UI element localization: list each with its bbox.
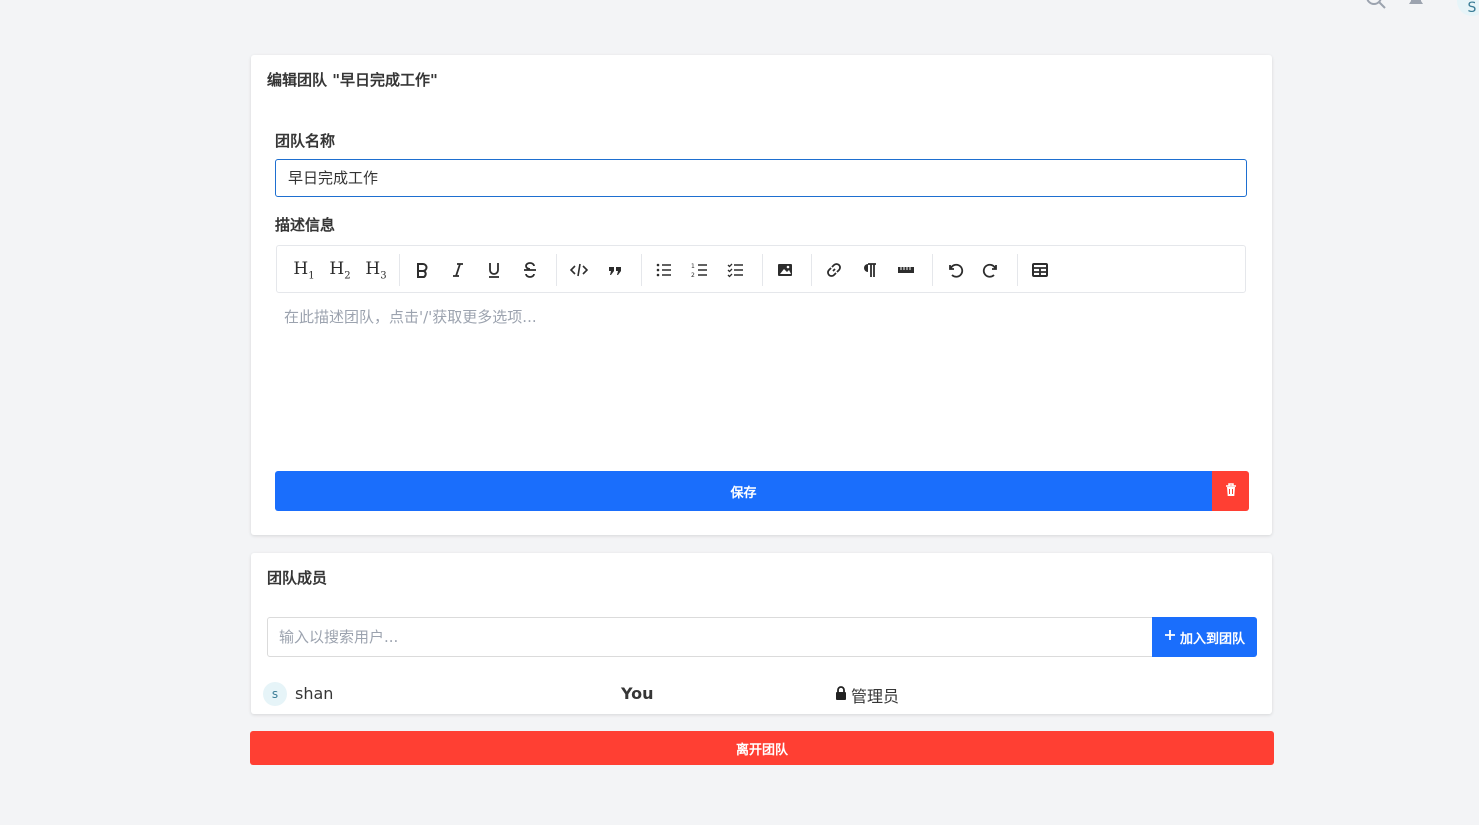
add-to-team-label: 加入到团队 — [1179, 631, 1245, 647]
paragraph-icon[interactable] — [856, 256, 884, 284]
edit-team-card: 编辑团队 "早日完成工作" 团队名称 早日完成工作 描述信息 H1 H2 H3 … — [251, 55, 1272, 535]
plus-icon — [1164, 629, 1176, 645]
bullet-list-icon[interactable] — [650, 256, 678, 284]
underline-icon[interactable] — [480, 256, 508, 284]
page-title: 编辑团队 "早日完成工作" — [267, 71, 438, 89]
bell-icon[interactable] — [1405, 0, 1427, 14]
top-bar: S — [1339, 0, 1479, 16]
team-name-input[interactable]: 早日完成工作 — [275, 159, 1247, 197]
add-to-team-button[interactable]: 加入到团队 — [1152, 617, 1257, 657]
leave-team-button[interactable]: 离开团队 — [250, 731, 1274, 765]
member-role: 管理员 — [835, 683, 899, 707]
heading-2-icon[interactable]: H2 — [326, 256, 354, 284]
user-search-input[interactable]: 输入以搜索用户... — [267, 617, 1153, 657]
table-icon[interactable] — [1026, 256, 1054, 284]
toolbar-divider — [399, 254, 400, 286]
member-role-label: 管理员 — [851, 687, 900, 706]
toolbar-divider — [641, 254, 642, 286]
team-members-card: 团队成员 输入以搜索用户... 加入到团队 s shan You 管理员 — [251, 553, 1272, 714]
trash-icon — [1225, 482, 1237, 501]
ordered-list-icon[interactable]: 12 — [686, 256, 714, 284]
toolbar-divider — [932, 254, 933, 286]
avatar[interactable]: S — [1457, 0, 1479, 16]
image-icon[interactable] — [771, 256, 799, 284]
link-icon[interactable] — [820, 256, 848, 284]
avatar-letter: S — [1467, 0, 1477, 16]
toolbar-divider — [811, 254, 812, 286]
italic-icon[interactable] — [444, 256, 472, 284]
redo-icon[interactable] — [977, 256, 1005, 284]
heading-1-icon[interactable]: H1 — [290, 256, 318, 284]
member-name: shan — [295, 684, 334, 703]
code-icon[interactable] — [565, 256, 593, 284]
toolbar-divider — [762, 254, 763, 286]
heading-3-icon[interactable]: H3 — [362, 256, 390, 284]
svg-text:2: 2 — [691, 272, 695, 279]
team-name-label: 团队名称 — [275, 132, 336, 150]
quote-icon[interactable] — [601, 256, 629, 284]
svg-text:1: 1 — [691, 263, 695, 270]
search-icon[interactable] — [1365, 0, 1387, 14]
horizontal-rule-icon[interactable] — [892, 256, 920, 284]
member-avatar: s — [263, 682, 287, 706]
toolbar-divider — [556, 254, 557, 286]
editor-toolbar: H1 H2 H3 12 — [276, 245, 1246, 293]
bold-icon[interactable] — [408, 256, 436, 284]
save-button[interactable]: 保存 — [275, 471, 1212, 511]
members-title: 团队成员 — [267, 569, 328, 587]
member-row: s shan You 管理员 — [263, 681, 1253, 707]
undo-icon[interactable] — [941, 256, 969, 284]
member-you-tag: You — [621, 684, 654, 703]
description-editor[interactable]: 在此描述团队，点击'/'获取更多选项... — [284, 306, 537, 327]
description-label: 描述信息 — [275, 216, 336, 234]
task-list-icon[interactable] — [722, 256, 750, 284]
delete-team-button[interactable] — [1212, 471, 1249, 511]
strikethrough-icon[interactable] — [516, 256, 544, 284]
toolbar-divider — [1017, 254, 1018, 286]
lock-icon — [835, 685, 847, 705]
